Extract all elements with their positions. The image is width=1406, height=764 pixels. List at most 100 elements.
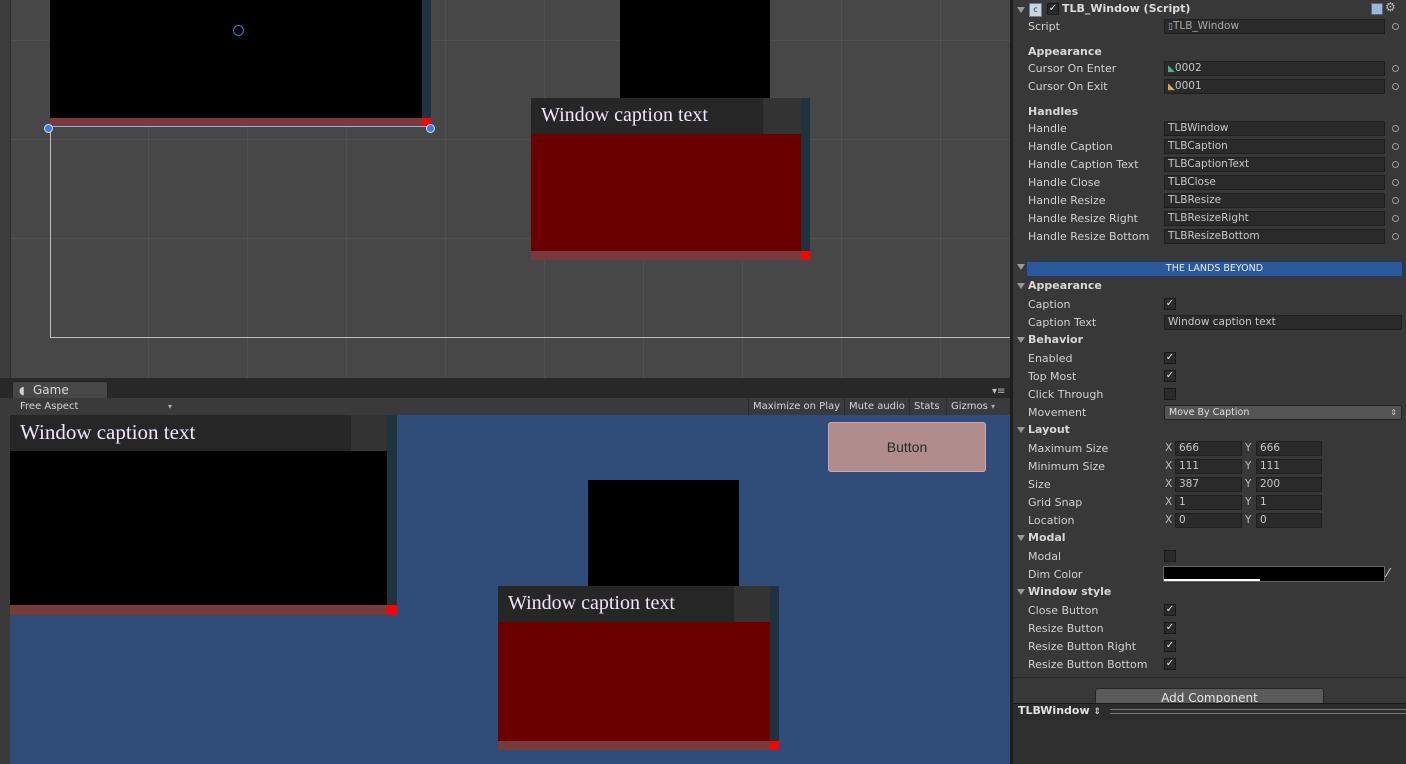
- resize-bottom-handle[interactable]: [531, 251, 801, 260]
- minimum-size-y-field[interactable]: 111: [1256, 459, 1322, 474]
- dim-color-swatch[interactable]: [1163, 566, 1385, 582]
- window-caption-bar[interactable]: Window caption text: [531, 98, 801, 134]
- cursor-on-enter-field[interactable]: ◣0002: [1164, 61, 1385, 76]
- resize-button-bottom-checkbox[interactable]: ✓: [1164, 658, 1176, 670]
- resize-button-checkbox[interactable]: ✓: [1164, 622, 1176, 634]
- caption-checkbox[interactable]: ✓: [1164, 298, 1176, 310]
- movement-dropdown-value: Move By Caption: [1169, 407, 1250, 418]
- location-y-field[interactable]: 0: [1256, 513, 1322, 528]
- handle-close-field[interactable]: TLBClose: [1164, 175, 1385, 190]
- scene-view[interactable]: Window caption text: [0, 0, 1010, 378]
- gizmos-dropdown[interactable]: Gizmos: [946, 398, 992, 415]
- foldout-arrow-icon[interactable]: [1017, 589, 1025, 595]
- ui-button[interactable]: Button: [828, 422, 986, 472]
- foldout-arrow-icon[interactable]: [1017, 535, 1025, 541]
- resize-right-handle[interactable]: [801, 98, 810, 251]
- resize-corner-handle[interactable]: [801, 251, 810, 260]
- handle-resize-bottom-field[interactable]: TLBResizeBottom: [1164, 229, 1385, 244]
- cursor-on-exit-field[interactable]: ◣0001: [1164, 79, 1385, 94]
- modal-foldout-header[interactable]: Modal: [1028, 531, 1066, 544]
- size-x-field[interactable]: 387: [1175, 477, 1242, 492]
- tab-game[interactable]: ◖ Game: [12, 381, 108, 399]
- preview-drag-handle[interactable]: [1110, 709, 1406, 714]
- game-window-left[interactable]: Window caption text: [10, 415, 398, 615]
- resize-bottom-handle[interactable]: [498, 741, 770, 750]
- top-most-checkbox[interactable]: ✓: [1164, 370, 1176, 382]
- scene-selected-window[interactable]: [48, 0, 431, 128]
- behavior-foldout-header[interactable]: Behavior: [1028, 333, 1083, 346]
- resize-right-handle[interactable]: [387, 415, 397, 605]
- handle-resize-field[interactable]: TLBResize: [1164, 193, 1385, 208]
- chevron-down-icon[interactable]: ▾: [991, 398, 995, 415]
- component-enabled-checkbox[interactable]: ✓: [1047, 3, 1059, 15]
- maximum-size-y-field[interactable]: 666: [1256, 441, 1322, 456]
- handle-resize-right-field[interactable]: TLBResizeRight: [1164, 211, 1385, 226]
- close-button[interactable]: [734, 586, 770, 622]
- foldout-arrow-icon[interactable]: [1017, 7, 1025, 13]
- object-picker-icon[interactable]: [1392, 215, 1399, 222]
- close-button[interactable]: [763, 98, 801, 134]
- mute-audio-toggle[interactable]: Mute audio: [844, 398, 909, 415]
- grid-snap-y-field[interactable]: 1: [1256, 495, 1322, 510]
- layout-foldout-header[interactable]: Layout: [1028, 423, 1070, 436]
- window-style-foldout-header[interactable]: Window style: [1028, 585, 1111, 598]
- window-caption-bar[interactable]: Window caption text: [498, 586, 770, 622]
- object-picker-icon[interactable]: [1392, 161, 1399, 168]
- resize-bottom-handle[interactable]: [10, 605, 387, 615]
- gear-icon[interactable]: ⚙: [1385, 0, 1396, 14]
- game-window-bottom[interactable]: Window caption text: [498, 586, 780, 751]
- size-y-field[interactable]: 200: [1256, 477, 1322, 492]
- anchor-handle-right[interactable]: [426, 124, 435, 133]
- object-picker-icon[interactable]: [1392, 65, 1399, 72]
- close-button-checkbox[interactable]: ✓: [1164, 604, 1176, 616]
- axis-y-label: Y: [1245, 496, 1252, 508]
- object-picker-icon[interactable]: [1392, 143, 1399, 150]
- movement-dropdown[interactable]: Move By Caption ⇕: [1164, 405, 1402, 420]
- resize-button-right-checkbox[interactable]: ✓: [1164, 640, 1176, 652]
- handle-caption-text-field[interactable]: TLBCaptionText: [1164, 157, 1385, 172]
- pivot-circle[interactable]: [233, 25, 244, 36]
- resize-corner-handle[interactable]: [770, 741, 779, 750]
- modal-checkbox[interactable]: [1164, 550, 1176, 562]
- tab-menu-icon[interactable]: ▾≡: [992, 387, 1005, 397]
- lands-beyond-banner[interactable]: THE LANDS BEYOND: [1026, 261, 1403, 277]
- object-picker-icon[interactable]: [1392, 233, 1399, 240]
- script-field[interactable]: ▯TLB_Window: [1164, 19, 1385, 34]
- object-picker-icon[interactable]: [1392, 83, 1399, 90]
- game-view[interactable]: Window caption text Button Window captio…: [10, 415, 1010, 764]
- foldout-arrow-icon[interactable]: [1017, 264, 1025, 270]
- preview-object-dropdown[interactable]: TLBWindow ⇕: [1018, 704, 1101, 717]
- scene-window[interactable]: Window caption text: [531, 98, 810, 262]
- object-picker-icon[interactable]: [1392, 179, 1399, 186]
- foldout-arrow-icon[interactable]: [1017, 427, 1025, 433]
- foldout-arrow-icon[interactable]: [1017, 283, 1025, 289]
- game-tab-label: Game: [33, 383, 69, 397]
- window-caption-bar[interactable]: Window caption text: [10, 415, 387, 451]
- click-through-checkbox[interactable]: [1164, 388, 1176, 400]
- maximum-size-x-field[interactable]: 666: [1175, 441, 1242, 456]
- object-picker-icon[interactable]: [1392, 197, 1399, 204]
- location-x-field[interactable]: 0: [1175, 513, 1242, 528]
- minimum-size-x-field[interactable]: 111: [1175, 459, 1242, 474]
- caption-text-field[interactable]: Window caption text: [1164, 315, 1402, 330]
- maximize-on-play-toggle[interactable]: Maximize on Play: [748, 398, 844, 415]
- appearance-foldout-header[interactable]: Appearance: [1028, 279, 1102, 292]
- resize-corner-handle[interactable]: [387, 605, 397, 615]
- close-button[interactable]: [351, 415, 387, 451]
- enabled-checkbox[interactable]: ✓: [1164, 352, 1176, 364]
- object-picker-icon[interactable]: [1392, 23, 1399, 30]
- scene-black-panel[interactable]: [620, 0, 770, 100]
- anchor-handle-left[interactable]: [44, 124, 53, 133]
- handle-field[interactable]: TLBWindow: [1164, 121, 1385, 136]
- handle-caption-field[interactable]: TLBCaption: [1164, 139, 1385, 154]
- object-picker-icon[interactable]: [1392, 125, 1399, 132]
- help-icon[interactable]: [1371, 3, 1383, 15]
- stats-toggle[interactable]: Stats: [909, 398, 944, 415]
- game-black-panel[interactable]: [588, 480, 739, 586]
- aspect-dropdown[interactable]: Free Aspect ▾: [10, 398, 184, 415]
- foldout-arrow-icon[interactable]: [1017, 337, 1025, 343]
- grid-snap-x-field[interactable]: 1: [1175, 495, 1242, 510]
- resize-right-handle[interactable]: [422, 0, 431, 118]
- resize-right-handle[interactable]: [770, 586, 779, 741]
- eyedropper-icon[interactable]: ⁄: [1387, 566, 1389, 580]
